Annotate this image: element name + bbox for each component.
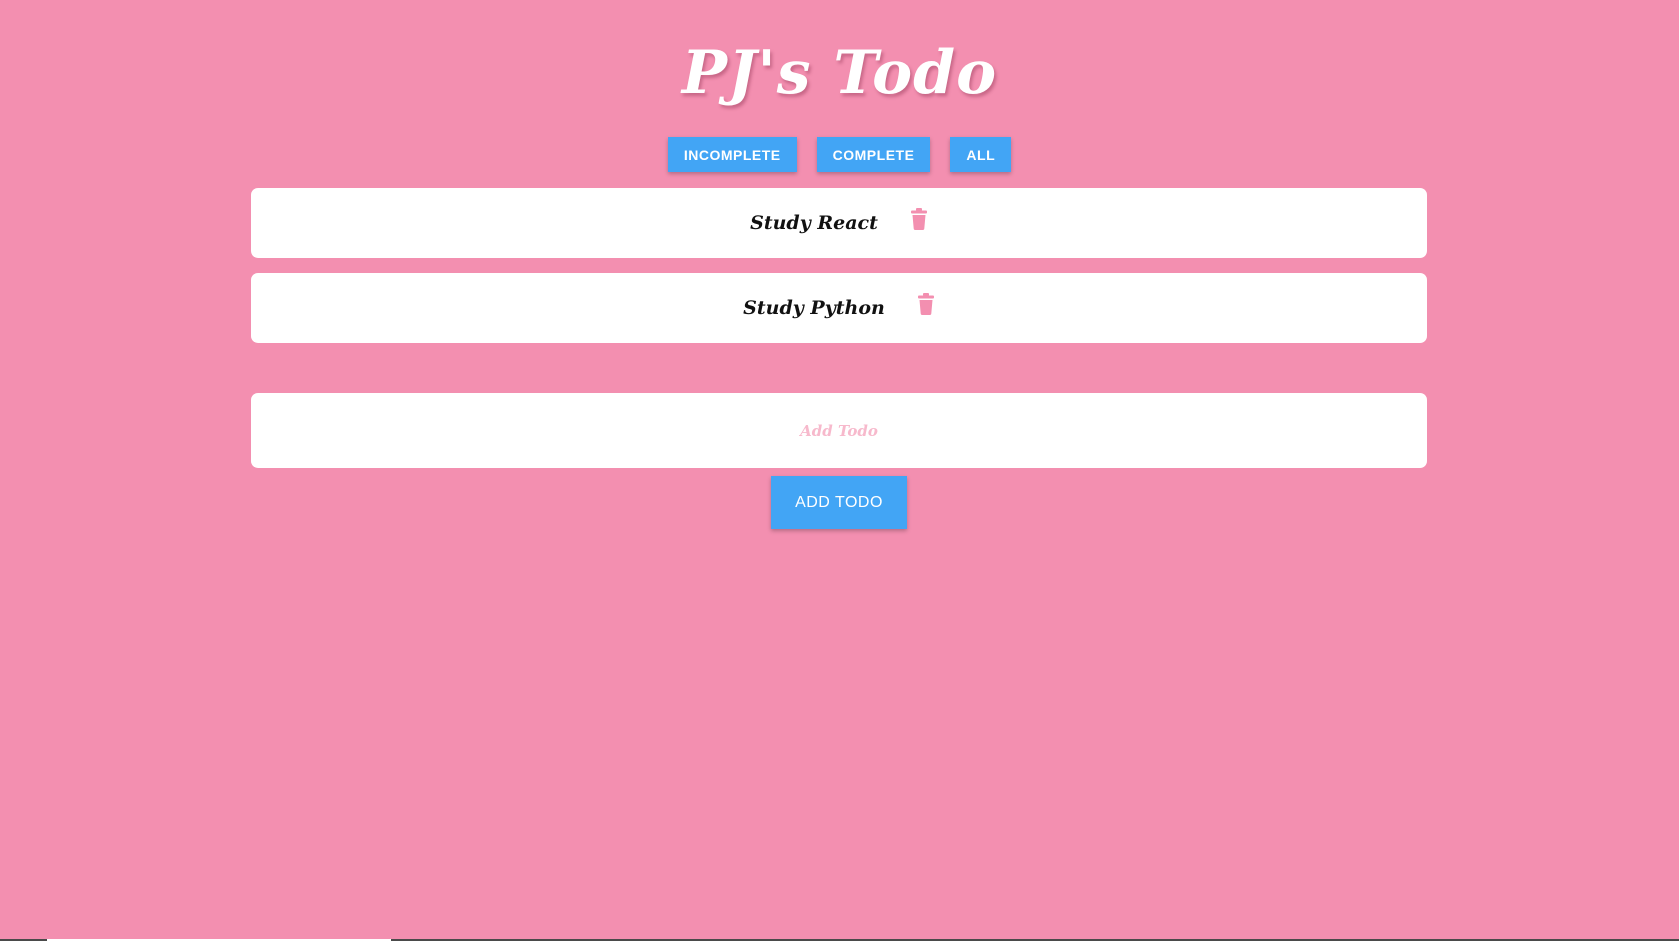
filter-incomplete-button[interactable]: INCOMPLETE (667, 137, 797, 172)
todo-text: Study Python (743, 297, 885, 319)
add-todo-input[interactable] (251, 392, 1427, 469)
add-todo-button[interactable]: ADD TODO (771, 476, 907, 529)
trash-icon[interactable] (910, 208, 928, 230)
add-todo-box (251, 392, 1427, 469)
todo-text: Study React (750, 212, 878, 234)
todo-item: Study Python (251, 273, 1427, 343)
page-title: PJ's Todo (681, 38, 998, 108)
filter-bar: INCOMPLETE COMPLETE ALL (0, 137, 1679, 172)
trash-icon[interactable] (917, 293, 935, 315)
todo-list: Study React Study Python (251, 188, 1427, 358)
filter-all-button[interactable]: ALL (950, 137, 1012, 172)
todo-item: Study React (251, 188, 1427, 258)
todo-app: PJ's Todo INCOMPLETE COMPLETE ALL Study … (0, 0, 1679, 941)
filter-complete-button[interactable]: COMPLETE (816, 137, 931, 172)
